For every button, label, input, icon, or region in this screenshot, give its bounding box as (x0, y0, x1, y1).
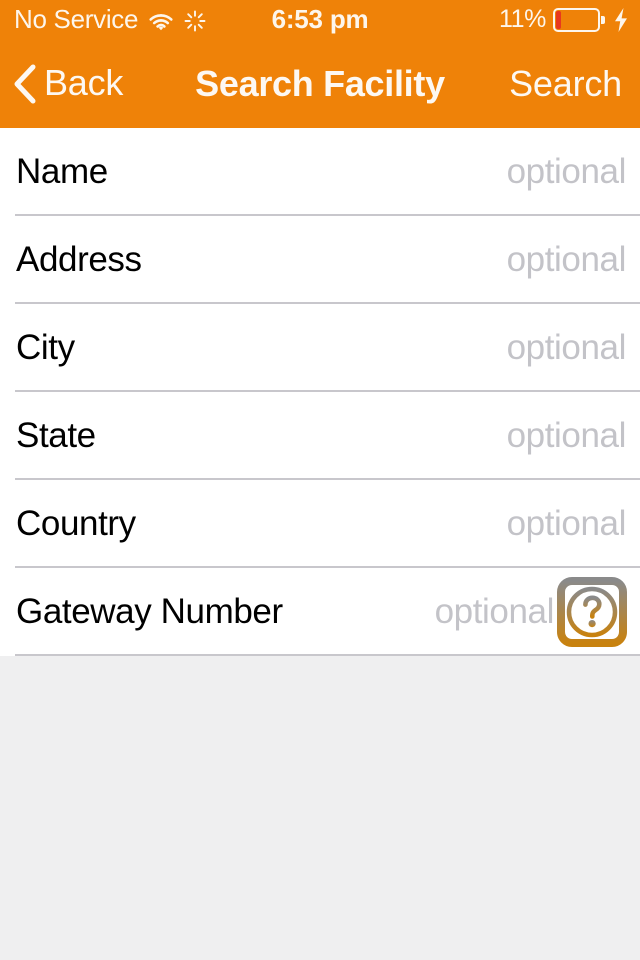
form-row-input-address[interactable]: optional (507, 216, 627, 304)
form-row-input-gateway-number[interactable]: optional (435, 568, 555, 656)
form-row-label: City (16, 328, 75, 367)
form-row-label: Name (16, 152, 108, 191)
lightning-bolt-icon (612, 7, 630, 33)
battery-icon (553, 8, 605, 32)
form-row-label: Country (16, 504, 136, 543)
status-bar: No Service 6:53 pm 11% (0, 0, 640, 40)
form-row-state[interactable]: State optional (0, 392, 640, 480)
battery-percent-label: 11% (499, 4, 546, 33)
form-row-input-name[interactable]: optional (507, 128, 627, 216)
form-row-input-country[interactable]: optional (507, 480, 627, 568)
status-bar-right-group: 11% (499, 0, 630, 40)
app-screen: No Service 6:53 pm 11% Back Search Facil… (0, 0, 640, 960)
form-row-input-city[interactable]: optional (507, 304, 627, 392)
form-row-name[interactable]: Name optional (0, 128, 640, 216)
form-row-label: Gateway Number (16, 592, 283, 631)
question-mark-help-icon (557, 577, 627, 647)
form-row-country[interactable]: Country optional (0, 480, 640, 568)
clock-label: 6:53 pm (271, 4, 369, 34)
form-row-input-state[interactable]: optional (507, 392, 627, 480)
form-row-city[interactable]: City optional (0, 304, 640, 392)
form-row-gateway-number[interactable]: Gateway Number optional (0, 568, 640, 656)
search-button[interactable]: Search (509, 40, 622, 128)
form-row-label: State (16, 416, 96, 455)
help-button-gateway-number[interactable] (557, 577, 627, 647)
form-row-address[interactable]: Address optional (0, 216, 640, 304)
search-form-list: Name optional Address optional City opti… (0, 128, 640, 656)
navigation-bar: Back Search Facility Search (0, 40, 640, 128)
form-row-label: Address (16, 240, 142, 279)
empty-area (0, 656, 640, 960)
